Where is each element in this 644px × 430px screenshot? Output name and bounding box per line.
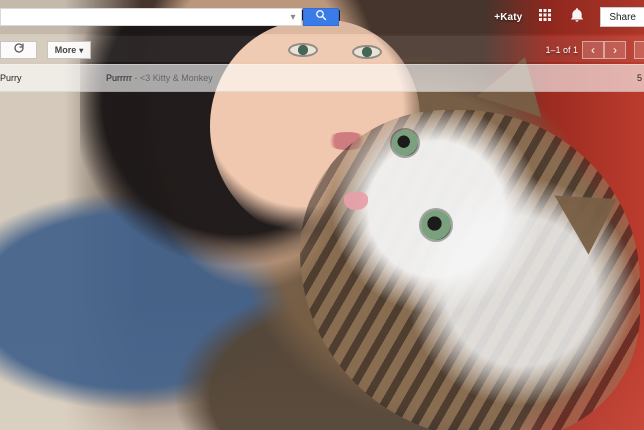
- user-link[interactable]: +Katy: [494, 12, 522, 23]
- email-subject: Purrrrr: [106, 73, 132, 83]
- chevron-down-icon: ▾: [79, 45, 84, 55]
- search-button[interactable]: [303, 8, 339, 26]
- apps-button[interactable]: [536, 8, 554, 26]
- previous-page-button[interactable]: ‹: [582, 41, 604, 59]
- email-row[interactable]: Purry Purrrrr - <3 Kitty & Monkey 5: [0, 64, 644, 92]
- email-snippet: - <3 Kitty & Monkey: [132, 73, 213, 83]
- photo-cat: [300, 110, 640, 430]
- toolbar-right-edge-button[interactable]: [634, 41, 644, 59]
- email-sender: Purry: [0, 73, 22, 83]
- mail-toolbar: More ▾ 1–1 of 1 ‹ ›: [0, 36, 644, 62]
- search-box[interactable]: ▾: [0, 8, 302, 26]
- next-page-button[interactable]: ›: [604, 41, 626, 59]
- chevron-right-icon: ›: [613, 43, 617, 57]
- apps-grid-icon: [538, 8, 552, 27]
- photo-cat-nose: [344, 192, 368, 210]
- pagination-text: 1–1 of 1: [545, 45, 578, 55]
- chevron-down-icon[interactable]: ▾: [285, 12, 301, 23]
- notifications-button[interactable]: [568, 7, 586, 28]
- search-input[interactable]: [1, 9, 285, 25]
- photo-cat-eye: [421, 210, 451, 240]
- refresh-icon: [13, 41, 25, 59]
- more-button[interactable]: More ▾: [47, 41, 91, 59]
- top-bar: ▾ +Katy Share: [0, 0, 644, 34]
- search-icon: [315, 8, 327, 26]
- top-right-controls: +Katy Share: [494, 7, 644, 27]
- share-button[interactable]: Share: [600, 7, 644, 27]
- email-subject-line: Purrrrr - <3 Kitty & Monkey: [106, 73, 213, 83]
- chevron-left-icon: ‹: [591, 43, 595, 57]
- photo-cat-eye: [392, 130, 418, 156]
- refresh-button[interactable]: [0, 41, 37, 59]
- bell-icon: [569, 7, 585, 28]
- more-label: More: [54, 45, 77, 55]
- email-time: 5: [636, 73, 642, 83]
